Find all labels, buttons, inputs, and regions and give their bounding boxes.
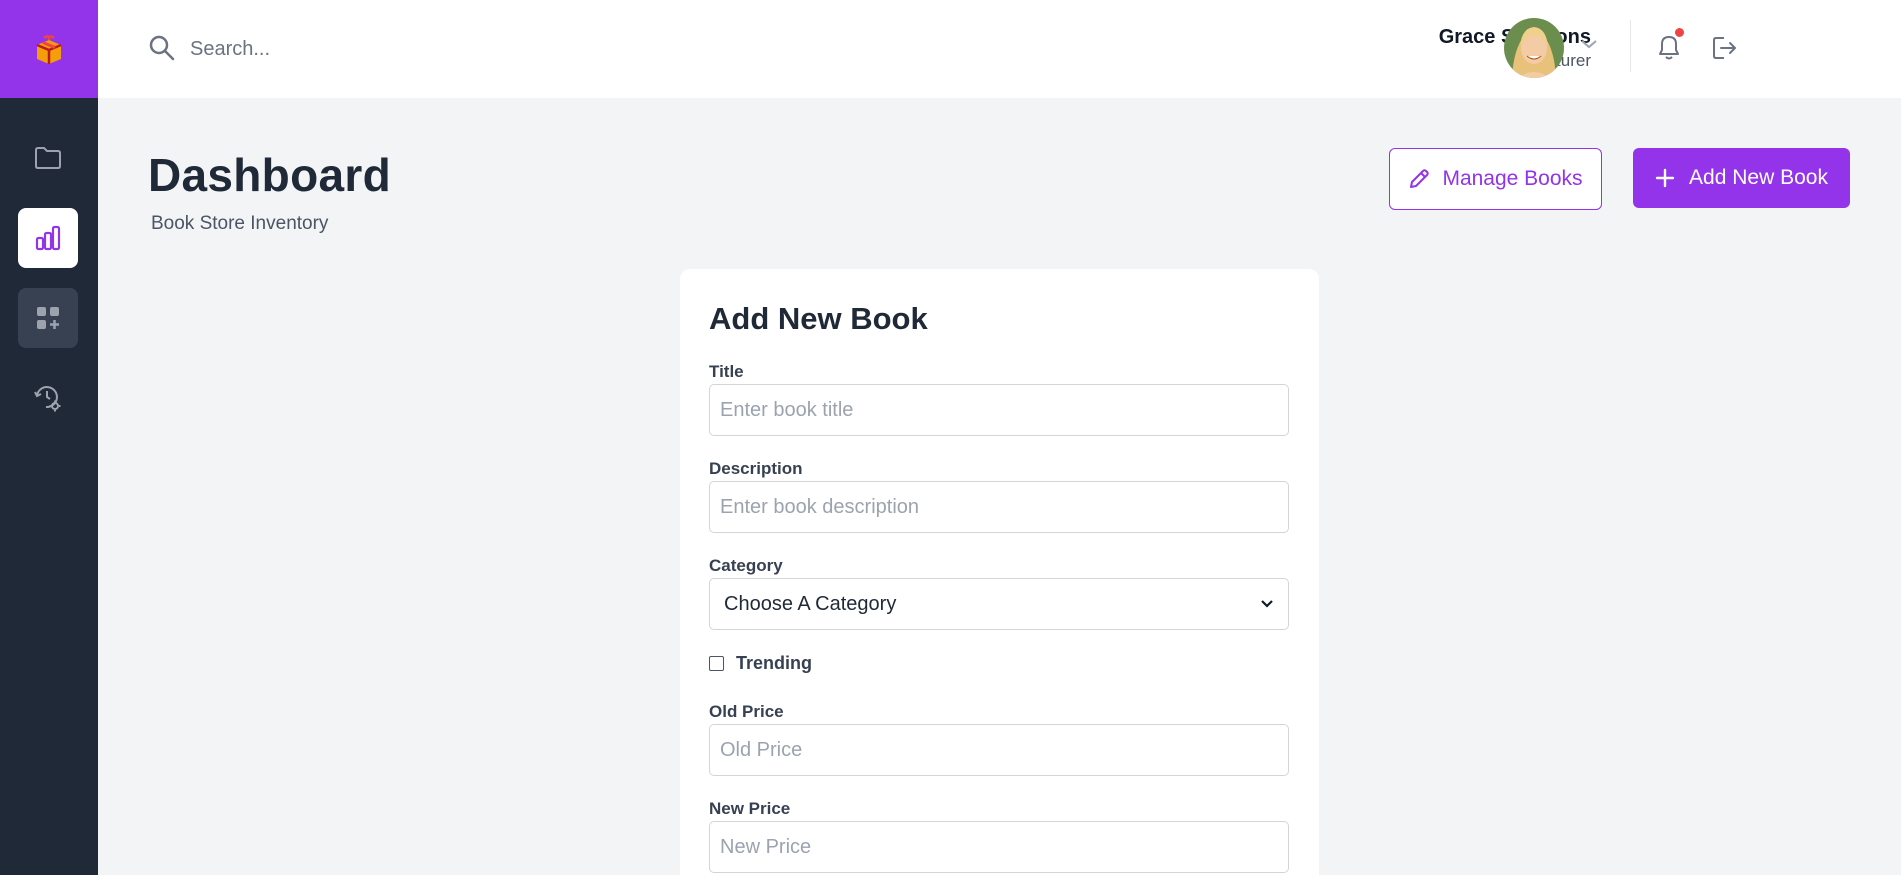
notification-badge [1673,26,1686,39]
gift-box-icon [36,35,62,64]
folder-icon [35,147,61,169]
old-price-label: Old Price [709,702,784,721]
chevron-down-icon[interactable] [1580,38,1598,50]
trending-label: Trending [736,653,812,673]
sidebar [0,0,98,875]
plus-icon [1655,168,1675,188]
avatar-image [1504,18,1564,78]
header-divider [1630,20,1631,72]
sidebar-item-add-item[interactable] [18,288,78,348]
history-settings-icon [34,386,61,412]
title-label: Title [709,362,744,381]
new-price-input[interactable] [709,821,1289,873]
old-price-input[interactable] [709,724,1289,776]
form-title: Add New Book [709,301,928,336]
search-icon [149,35,175,61]
pencil-icon [1410,169,1430,188]
trending-row: Trending [709,653,812,674]
add-new-book-label: Add New Book [1689,166,1828,189]
search-input[interactable] [190,29,590,69]
logout-icon[interactable] [1710,34,1738,62]
description-input[interactable] [709,481,1289,533]
description-label: Description [709,459,803,478]
sidebar-item-folder[interactable] [18,128,78,188]
page-title: Dashboard [148,149,391,201]
sidebar-item-dashboard[interactable] [18,208,78,268]
chevron-down-icon [1261,600,1273,608]
logo[interactable] [0,0,98,98]
page-subtitle: Book Store Inventory [151,213,329,234]
manage-books-label: Manage Books [1442,167,1583,190]
manage-books-button[interactable]: Manage Books [1389,148,1602,210]
trending-checkbox[interactable] [709,656,724,671]
new-price-label: New Price [709,799,791,818]
grid-add-icon [37,307,59,329]
chart-bar-icon [35,225,61,251]
category-select[interactable]: Choose A Category [709,578,1289,630]
avatar[interactable] [1504,18,1564,78]
category-label: Category [709,556,783,575]
add-new-book-button[interactable]: Add New Book [1633,148,1850,208]
category-selected-value: Choose A Category [724,592,897,615]
sidebar-item-history-settings[interactable] [18,368,78,428]
title-input[interactable] [709,384,1289,436]
add-book-form: Add New Book Title Description Category … [680,269,1319,875]
